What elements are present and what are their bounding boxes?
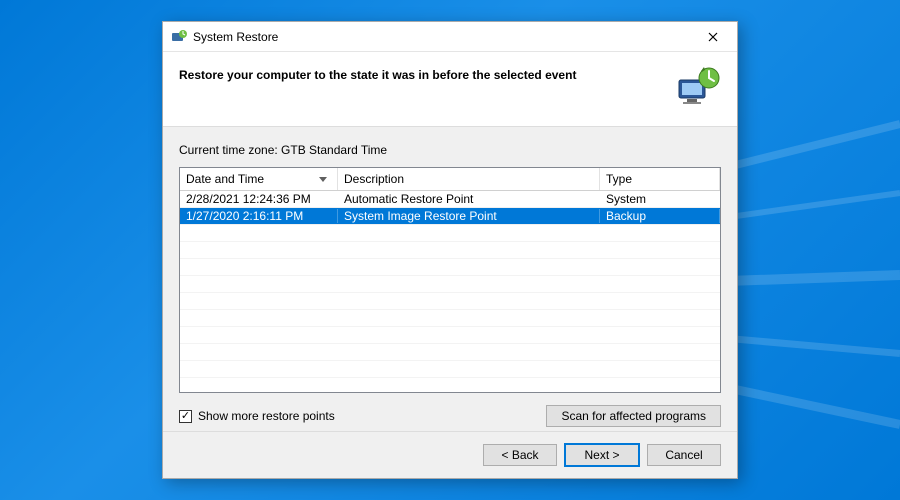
table-cell: 1/27/2020 2:16:11 PM	[180, 209, 338, 223]
column-header-type[interactable]: Type	[600, 168, 720, 190]
show-more-checkbox[interactable]: ✓ Show more restore points	[179, 409, 335, 423]
list-header: Date and Time Description Type	[180, 168, 720, 191]
close-icon	[708, 32, 718, 42]
next-button[interactable]: Next >	[565, 444, 639, 466]
wizard-body: Current time zone: GTB Standard Time Dat…	[163, 127, 737, 431]
restore-points-list[interactable]: Date and Time Description Type 2/28/2021…	[179, 167, 721, 393]
titlebar[interactable]: System Restore	[163, 22, 737, 52]
table-cell: Backup	[600, 209, 720, 223]
column-header-date[interactable]: Date and Time	[180, 168, 338, 190]
wizard-header: Restore your computer to the state it wa…	[163, 52, 737, 127]
table-row[interactable]: 2/28/2021 12:24:36 PMAutomatic Restore P…	[180, 191, 720, 208]
scan-affected-button[interactable]: Scan for affected programs	[546, 405, 721, 427]
table-row[interactable]: 1/27/2020 2:16:11 PMSystem Image Restore…	[180, 208, 720, 225]
timezone-label: Current time zone: GTB Standard Time	[179, 143, 721, 157]
window-title: System Restore	[193, 30, 697, 44]
table-cell: System Image Restore Point	[338, 209, 600, 223]
column-header-description[interactable]: Description	[338, 168, 600, 190]
system-restore-icon	[171, 29, 187, 45]
table-cell: Automatic Restore Point	[338, 192, 600, 206]
list-body: 2/28/2021 12:24:36 PMAutomatic Restore P…	[180, 191, 720, 393]
checkbox-label: Show more restore points	[198, 409, 335, 423]
table-cell: 2/28/2021 12:24:36 PM	[180, 192, 338, 206]
wizard-footer: < Back Next > Cancel	[163, 431, 737, 478]
close-button[interactable]	[697, 22, 729, 51]
system-restore-window: System Restore Restore your computer to …	[162, 21, 738, 479]
table-cell: System	[600, 192, 720, 206]
checkbox-box: ✓	[179, 410, 192, 423]
restore-hero-icon	[673, 66, 721, 108]
cancel-button[interactable]: Cancel	[647, 444, 721, 466]
back-button[interactable]: < Back	[483, 444, 557, 466]
wizard-heading: Restore your computer to the state it wa…	[179, 66, 661, 82]
